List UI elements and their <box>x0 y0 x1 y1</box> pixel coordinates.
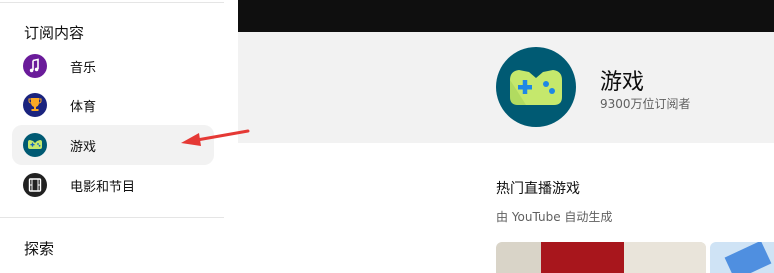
explore-section-title: 探索 <box>24 240 55 258</box>
sidebar-item-music[interactable]: 音乐 <box>12 46 214 86</box>
channel-name: 游戏 <box>600 70 645 95</box>
sidebar-divider-top <box>0 2 224 3</box>
sidebar: 订阅内容 音乐 体育 游戏 电影和节目 探索 <box>0 0 238 273</box>
sidebar-item-label: 体育 <box>70 100 97 115</box>
thumbnail-image <box>724 242 772 273</box>
sidebar-item-gaming[interactable]: 游戏 <box>12 125 214 165</box>
gamepad-icon <box>23 133 47 157</box>
sidebar-item-sports[interactable]: 体育 <box>12 85 214 125</box>
subscriptions-section-title: 订阅内容 <box>24 24 85 42</box>
film-icon <box>23 173 47 197</box>
video-hero <box>238 0 774 32</box>
channel-header: 游戏 9300万位订阅者 <box>238 32 774 143</box>
thumbnail-image <box>624 242 706 273</box>
shelf-subtitle: 由 YouTube 自动生成 <box>496 210 613 224</box>
shelf-title[interactable]: 热门直播游戏 <box>496 178 580 198</box>
sidebar-item-label: 电影和节目 <box>70 180 136 195</box>
sidebar-divider <box>0 217 224 218</box>
thumbnail-image <box>541 242 624 273</box>
music-note-icon <box>23 54 47 78</box>
subscriber-count: 9300万位订阅者 <box>600 97 691 111</box>
trophy-icon <box>23 93 47 117</box>
channel-avatar[interactable] <box>496 47 576 127</box>
sidebar-item-label: 音乐 <box>70 61 97 76</box>
sidebar-item-movies[interactable]: 电影和节目 <box>12 165 214 205</box>
sidebar-item-label: 游戏 <box>70 140 97 155</box>
main-content: 游戏 9300万位订阅者 热门直播游戏 由 YouTube 自动生成 <box>238 0 774 273</box>
gamepad-icon <box>510 70 562 105</box>
video-thumbnail[interactable] <box>496 242 706 273</box>
video-thumbnail[interactable] <box>710 242 774 273</box>
